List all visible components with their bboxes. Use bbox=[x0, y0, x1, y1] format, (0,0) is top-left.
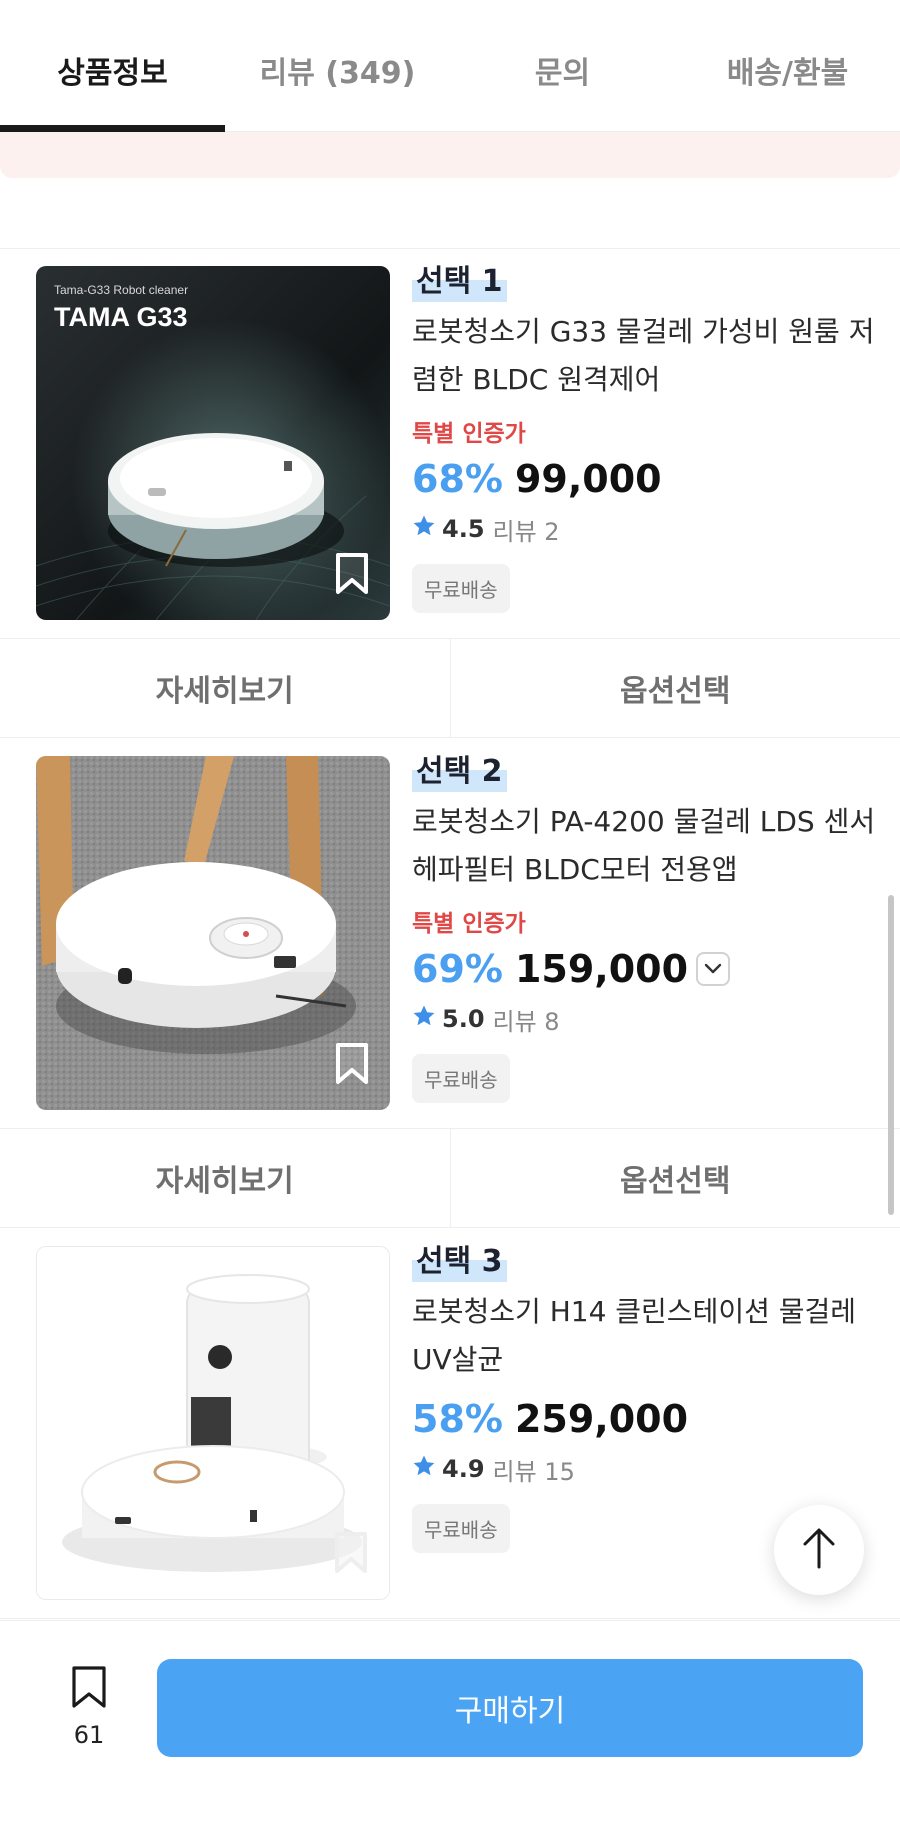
product-card-1[interactable]: Tama-G33 Robot cleaner TAMA G33 선택 1 로봇청… bbox=[0, 248, 900, 638]
buy-button[interactable]: 구매하기 bbox=[157, 1659, 863, 1757]
free-shipping-badge: 무료배송 bbox=[412, 564, 510, 613]
image-caption-small: Tama-G33 Robot cleaner bbox=[54, 283, 188, 297]
star-icon bbox=[412, 1004, 436, 1034]
discount-rate: 58% bbox=[412, 1397, 503, 1441]
bookmark-count: 61 bbox=[73, 1721, 105, 1749]
tab-bar: 상품정보 리뷰 (349) 문의 배송/환불 bbox=[0, 0, 900, 132]
bookmark-icon[interactable] bbox=[334, 1042, 370, 1090]
product-actions-2: 자세히보기 옵션선택 bbox=[0, 1128, 900, 1228]
chevron-down-icon[interactable] bbox=[696, 952, 731, 986]
product-image-3[interactable] bbox=[36, 1246, 390, 1600]
detail-button[interactable]: 자세히보기 bbox=[0, 639, 450, 737]
detail-button[interactable]: 자세히보기 bbox=[0, 1129, 450, 1227]
product-title[interactable]: 로봇청소기 G33 물걸레 가성비 원룸 저렴한 BLDC 원격제어 bbox=[412, 308, 882, 404]
free-shipping-badge: 무료배송 bbox=[412, 1504, 510, 1553]
bottom-bar: 61 구매하기 bbox=[0, 1620, 900, 1846]
rating-row: 4.5 리뷰 2 bbox=[412, 512, 882, 546]
tab-reviews[interactable]: 리뷰 (349) bbox=[225, 0, 450, 131]
product-card-2[interactable]: 선택 2 로봇청소기 PA-4200 물걸레 LDS 센서 헤파필터 BLDC모… bbox=[0, 738, 900, 1128]
special-price-label: 특별 인증가 bbox=[412, 421, 526, 447]
price: 99,000 bbox=[514, 457, 662, 501]
scroll-to-top-button[interactable] bbox=[774, 1505, 864, 1595]
rating-score: 5.0 bbox=[442, 1005, 485, 1033]
special-price-label: 특별 인증가 bbox=[412, 911, 526, 937]
rating-row: 5.0 리뷰 8 bbox=[412, 1002, 882, 1036]
option-select-button[interactable]: 옵션선택 bbox=[449, 1129, 900, 1227]
price-row: 69% 159,000 bbox=[412, 942, 882, 996]
star-icon bbox=[412, 514, 436, 544]
product-actions-1: 자세히보기 옵션선택 bbox=[0, 638, 900, 738]
tab-inquiry[interactable]: 문의 bbox=[450, 0, 675, 131]
product-info-2: 선택 2 로봇청소기 PA-4200 물걸레 LDS 센서 헤파필터 BLDC모… bbox=[412, 752, 882, 1103]
notice-banner bbox=[0, 132, 900, 178]
rating-score: 4.5 bbox=[442, 515, 485, 543]
price: 259,000 bbox=[514, 1397, 689, 1441]
choice-label: 선택 2 bbox=[412, 752, 507, 792]
product-info-1: 선택 1 로봇청소기 G33 물걸레 가성비 원룸 저렴한 BLDC 원격제어 … bbox=[412, 262, 882, 613]
bookmark-icon bbox=[70, 1665, 108, 1713]
product-image-2[interactable] bbox=[36, 756, 390, 1110]
discount-rate: 68% bbox=[412, 457, 503, 501]
product-title[interactable]: 로봇청소기 PA-4200 물걸레 LDS 센서 헤파필터 BLDC모터 전용앱 bbox=[412, 798, 882, 894]
scrollbar[interactable] bbox=[888, 895, 894, 1215]
product-card-3[interactable]: 선택 3 로봇청소기 H14 클린스테이션 물걸레 UV살균 58% 259,0… bbox=[0, 1228, 900, 1618]
review-count: 리뷰 2 bbox=[492, 517, 560, 546]
star-icon bbox=[412, 1454, 436, 1484]
tab-shipping-refund[interactable]: 배송/환불 bbox=[675, 0, 900, 131]
review-count: 리뷰 15 bbox=[492, 1457, 575, 1486]
divider bbox=[0, 1618, 900, 1619]
choice-label: 선택 1 bbox=[412, 262, 507, 302]
price: 159,000 bbox=[514, 947, 689, 991]
review-count: 리뷰 8 bbox=[492, 1007, 560, 1036]
arrow-up-icon bbox=[801, 1527, 837, 1573]
wishlist-button[interactable]: 61 bbox=[48, 1665, 130, 1749]
choice-label: 선택 3 bbox=[412, 1242, 507, 1282]
product-title[interactable]: 로봇청소기 H14 클린스테이션 물걸레 UV살균 bbox=[412, 1288, 882, 1384]
bookmark-icon[interactable] bbox=[333, 1531, 369, 1579]
free-shipping-badge: 무료배송 bbox=[412, 1054, 510, 1103]
rating-score: 4.9 bbox=[442, 1455, 485, 1483]
option-select-button[interactable]: 옵션선택 bbox=[449, 639, 900, 737]
product-image-1[interactable]: Tama-G33 Robot cleaner TAMA G33 bbox=[36, 266, 390, 620]
tab-product-info[interactable]: 상품정보 bbox=[0, 0, 225, 132]
price-row: 68% 99,000 bbox=[412, 452, 882, 506]
discount-rate: 69% bbox=[412, 947, 503, 991]
rating-row: 4.9 리뷰 15 bbox=[412, 1452, 882, 1486]
image-caption-big: TAMA G33 bbox=[54, 302, 188, 332]
price-row: 58% 259,000 bbox=[412, 1392, 882, 1446]
bookmark-icon[interactable] bbox=[334, 552, 370, 600]
